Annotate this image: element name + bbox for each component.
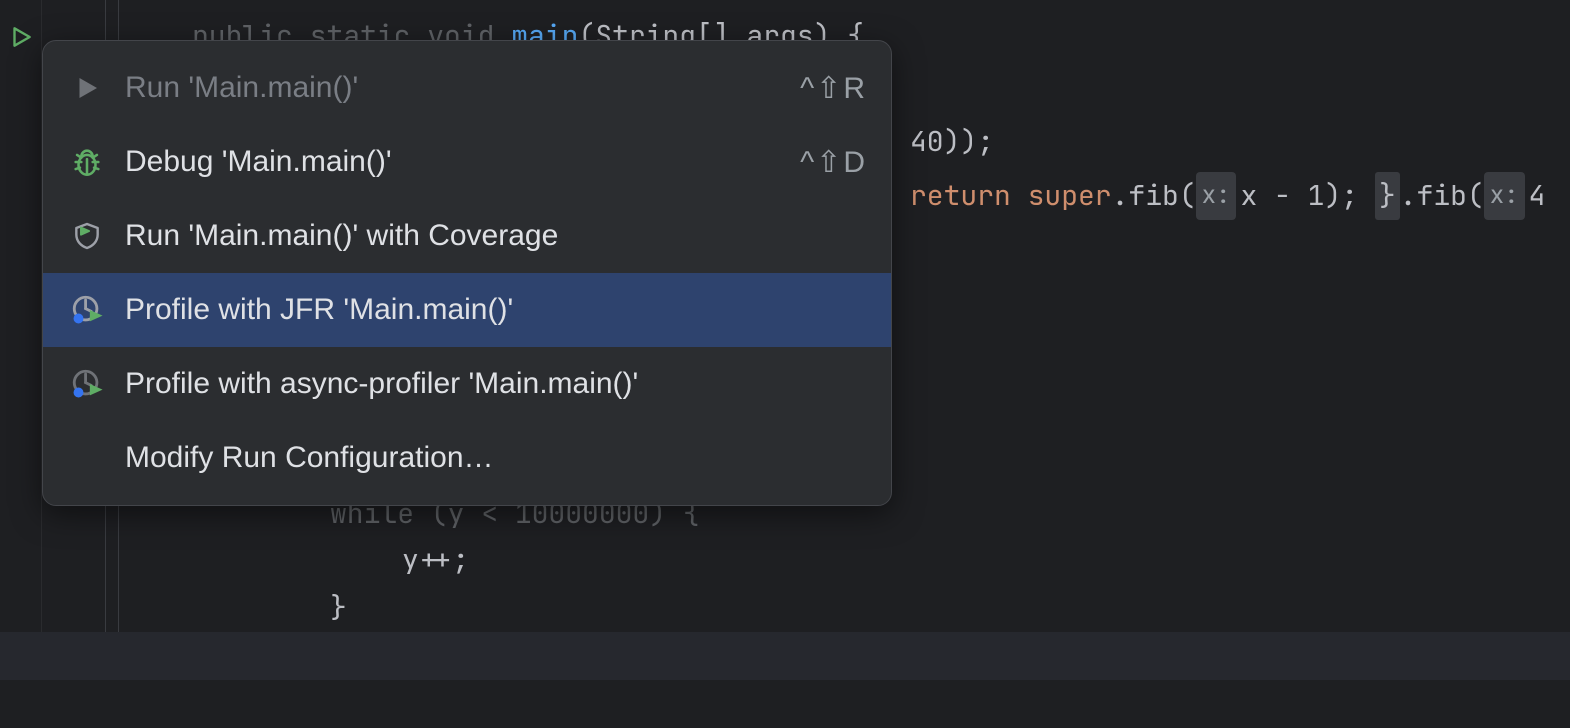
menu-item-profile-jfr[interactable]: Profile with JFR 'Main.main()' <box>43 273 891 347</box>
menu-label: Run 'Main.main()' with Coverage <box>125 219 867 253</box>
code-line-2: 40)); <box>910 118 994 166</box>
shield-play-icon <box>67 216 107 256</box>
menu-label: Profile with JFR 'Main.main()' <box>125 293 867 327</box>
menu-item-coverage[interactable]: Run 'Main.main()' with Coverage <box>43 199 891 273</box>
profiler-jfr-icon <box>67 290 107 330</box>
run-gutter-icon[interactable] <box>6 22 36 52</box>
code-line-3: return super.fib(x:x - 1); }.fib(x:4 <box>910 172 1545 220</box>
bug-icon <box>67 142 107 182</box>
menu-item-modify-config[interactable]: Modify Run Configuration… <box>43 421 891 495</box>
menu-item-profile-async[interactable]: Profile with async-profiler 'Main.main()… <box>43 347 891 421</box>
shortcut-label: ^⇧R <box>800 71 867 106</box>
code-line-6: } <box>330 584 347 632</box>
menu-label: Debug 'Main.main()' <box>125 145 800 179</box>
play-icon <box>67 68 107 108</box>
param-hint: x: <box>1484 172 1525 220</box>
shortcut-label: ^⇧D <box>800 145 867 180</box>
profiler-async-icon <box>67 364 107 404</box>
code-line-5: y++; <box>402 536 469 584</box>
menu-label: Profile with async-profiler 'Main.main()… <box>125 367 867 401</box>
menu-label: Run 'Main.main()' <box>125 71 800 105</box>
empty-icon <box>67 438 107 478</box>
param-hint: x: <box>1196 172 1237 220</box>
menu-item-debug[interactable]: Debug 'Main.main()' ^⇧D <box>43 125 891 199</box>
editor-gutter <box>0 0 42 644</box>
run-context-menu: Run 'Main.main()' ^⇧R Debug 'Main.main()… <box>42 40 892 506</box>
menu-item-run[interactable]: Run 'Main.main()' ^⇧R <box>43 51 891 125</box>
menu-label: Modify Run Configuration… <box>125 441 867 475</box>
